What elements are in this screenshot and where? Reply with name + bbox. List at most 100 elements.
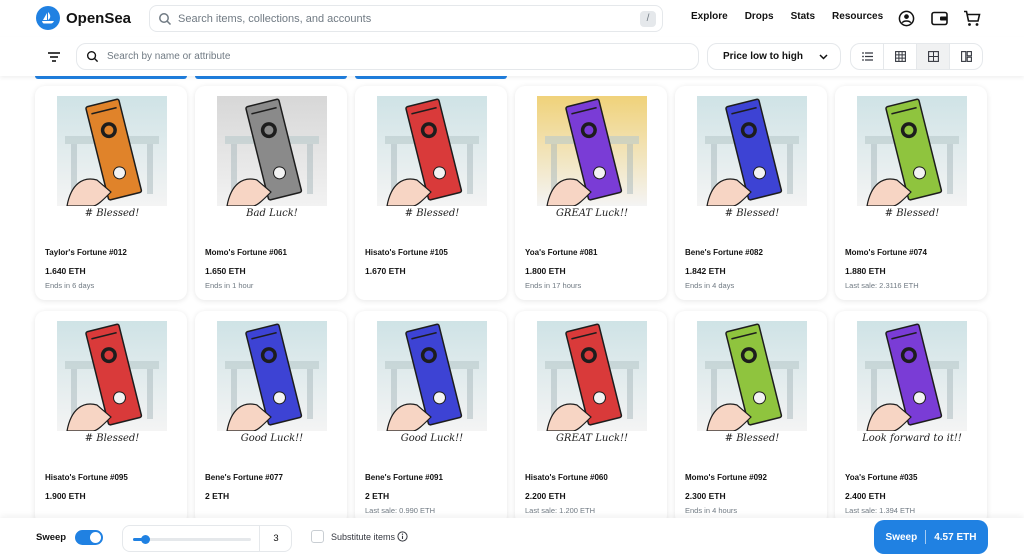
medium-grid-view-button[interactable] (917, 44, 950, 69)
nav-resources[interactable]: Resources (832, 11, 883, 22)
nft-price: 1.880 ETH (845, 266, 886, 276)
nft-name: Hisato's Fortune #095 (45, 473, 128, 482)
selected-card-edge (355, 76, 507, 79)
artwork-caption: # Blessed! (404, 208, 460, 219)
selected-card-edge (35, 76, 187, 79)
nav-stats[interactable]: Stats (791, 11, 815, 22)
attribute-search-input[interactable] (107, 51, 687, 62)
cart-icon[interactable] (963, 9, 981, 27)
artwork-caption: Good Luck!! (400, 433, 464, 444)
large-grid-view-button[interactable] (950, 44, 982, 69)
slider-thumb[interactable] (140, 535, 150, 544)
brand-name: OpenSea (66, 9, 132, 27)
nft-price: 1.842 ETH (685, 266, 726, 276)
artwork-caption: # Blessed! (724, 433, 780, 444)
filter-toggle-button[interactable] (44, 47, 64, 67)
nft-card[interactable]: # Blessed! Momo's Fortune #074 1.880 ETH La… (835, 86, 987, 300)
artwork-caption: Bad Luck! (246, 208, 298, 219)
info-icon[interactable] (397, 531, 408, 542)
top-navigation: OpenSea / Explore Drops Stats Resources (0, 0, 1024, 37)
artwork-caption: # Blessed! (84, 433, 140, 444)
nft-card[interactable]: Look forward to it!! Yoa's Fortune #035 2.… (835, 311, 987, 525)
boat-logo-icon (36, 6, 60, 30)
nft-card[interactable]: Good Luck!! Bene's Fortune #091 2 ETH Last … (355, 311, 507, 525)
nav-explore[interactable]: Explore (691, 11, 728, 22)
nft-card[interactable]: # Blessed! Hisato's Fortune #105 1.670 ETH (355, 86, 507, 300)
main-nav: Explore Drops Stats Resources (691, 11, 900, 22)
search-icon (86, 50, 99, 63)
nft-status-text: Last sale: 0.990 ETH (365, 506, 436, 515)
large-grid-icon (960, 51, 972, 62)
substitute-items-checkbox[interactable] (311, 530, 324, 543)
sort-dropdown[interactable]: Price low to high (707, 43, 841, 70)
account-icons (897, 9, 996, 27)
view-mode-toggle (850, 43, 983, 70)
toggle-knob (90, 532, 101, 543)
nft-price: 2 ETH (365, 491, 390, 501)
selected-card-edge (195, 76, 347, 79)
search-icon (159, 12, 172, 25)
nav-drops[interactable]: Drops (745, 11, 774, 22)
small-grid-view-button[interactable] (884, 44, 917, 69)
opensea-logo[interactable]: OpenSea (36, 6, 131, 30)
nft-price: 2.300 ETH (685, 491, 726, 501)
small-grid-icon (894, 51, 906, 62)
nft-status-text: Ends in 6 days (45, 281, 95, 290)
profile-icon[interactable] (897, 9, 915, 27)
global-search-input[interactable] (178, 12, 638, 25)
nft-price: 2.400 ETH (845, 491, 886, 501)
list-view-icon (861, 52, 873, 61)
nft-name: Taylor's Fortune #012 (45, 248, 127, 257)
nft-status-text: Ends in 1 hour (205, 281, 254, 290)
sweep-toggle[interactable] (75, 530, 103, 545)
wallet-icon[interactable] (930, 9, 948, 27)
button-divider (925, 530, 927, 544)
artwork-caption: # Blessed! (884, 208, 940, 219)
sweep-count-input[interactable]: 3 (259, 526, 292, 551)
chevron-down-icon (819, 53, 828, 60)
sweep-button[interactable]: Sweep 4.57 ETH (874, 520, 988, 554)
nft-name: Bene's Fortune #082 (685, 248, 763, 257)
nft-price: 2.200 ETH (525, 491, 566, 501)
nft-price: 1.800 ETH (525, 266, 566, 276)
nft-name: Yoa's Fortune #035 (845, 473, 918, 482)
nft-card[interactable]: # Blessed! Bene's Fortune #082 1.842 ETH En… (675, 86, 827, 300)
nft-status-text: Last sale: 1.394 ETH (845, 506, 916, 515)
nft-price: 1.640 ETH (45, 266, 86, 276)
global-search-bar[interactable]: / (149, 5, 663, 32)
sweep-quantity-slider: 3 (122, 525, 292, 552)
artwork-caption: Look forward to it!! (862, 433, 962, 444)
nft-name: Bene's Fortune #077 (205, 473, 283, 482)
nft-price: 2 ETH (205, 491, 230, 501)
nft-card[interactable]: # Blessed! Hisato's Fortune #095 1.900 ETH (35, 311, 187, 525)
collection-filter-bar: Price low to high (0, 37, 1024, 76)
nft-name: Bene's Fortune #091 (365, 473, 443, 482)
sweep-label: Sweep (36, 532, 67, 543)
nft-card[interactable]: GREAT Luck!! Hisato's Fortune #060 2.200 E… (515, 311, 667, 525)
nft-name: Hisato's Fortune #105 (365, 248, 448, 257)
nft-grid: # Blessed! Taylor's Fortune #012 1.640 ETH… (35, 86, 989, 525)
substitute-items-label: Substitute items (331, 532, 396, 542)
nft-name: Momo's Fortune #092 (685, 473, 767, 482)
nft-status-text: Ends in 4 days (685, 281, 735, 290)
artwork-caption: GREAT Luck!! (555, 433, 629, 444)
artwork-caption: # Blessed! (84, 208, 140, 219)
sweep-button-total: 4.57 ETH (934, 531, 977, 543)
artwork-caption: # Blessed! (724, 208, 780, 219)
sort-selected-label: Price low to high (723, 51, 804, 62)
nft-card[interactable]: # Blessed! Taylor's Fortune #012 1.640 ETH… (35, 86, 187, 300)
attribute-search-bar[interactable] (76, 43, 699, 70)
list-view-button[interactable] (851, 44, 884, 69)
nft-status-text: Last sale: 2.3116 ETH (845, 281, 919, 290)
nft-card[interactable]: Bad Luck! Momo's Fortune #061 1.650 ETH End… (195, 86, 347, 300)
nft-card[interactable]: Good Luck!! Bene's Fortune #077 2 ETH (195, 311, 347, 525)
filter-icon (48, 52, 60, 62)
nft-name: Hisato's Fortune #060 (525, 473, 608, 482)
nft-name: Momo's Fortune #061 (205, 248, 287, 257)
nft-name: Yoa's Fortune #081 (525, 248, 598, 257)
nft-price: 1.670 ETH (365, 266, 406, 276)
nft-card[interactable]: GREAT Luck!! Yoa's Fortune #081 1.800 ETH E… (515, 86, 667, 300)
slider-track[interactable] (133, 535, 251, 544)
artwork-caption: Good Luck!! (240, 433, 304, 444)
nft-card[interactable]: # Blessed! Momo's Fortune #092 2.300 ETH En… (675, 311, 827, 525)
